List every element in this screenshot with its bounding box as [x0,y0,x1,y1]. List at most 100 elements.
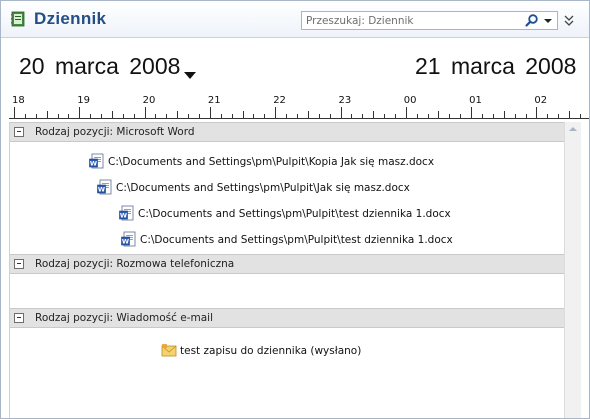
ruler-tick [406,107,407,118]
ruler-tick [166,114,167,118]
hour-label: 18 [12,95,25,106]
ruler-tick [155,114,156,118]
ruler-tick [243,111,244,118]
magnifier-icon[interactable] [524,13,540,28]
vertical-scrollbar[interactable] [564,122,581,418]
ruler-tick [308,111,309,118]
date-dropdown-icon[interactable] [184,72,196,79]
ruler-tick [79,107,80,118]
hour-label: 23 [338,95,352,106]
group-label: Rodzaj pozycji: Rozmowa telefoniczna [35,258,235,270]
ruler-tick [438,111,439,118]
ruler-tick [297,114,298,118]
ruler-tick [264,114,265,118]
ruler-tick [384,114,385,118]
ruler-tick [275,107,276,118]
journal-window: Dziennik 20 marca 2008 21 marca 2008 181… [0,0,590,419]
journal-list: Rodzaj pozycji: Microsoft Word W C:\Docume… [9,122,564,418]
collapse-toggle-icon[interactable] [14,259,24,269]
hour-label: 22 [273,95,286,106]
ruler-tick [221,114,222,118]
scroll-up-icon[interactable] [565,122,581,136]
hour-label: 01 [469,95,482,106]
ruler-tick [330,114,331,118]
double-chevron-down-icon[interactable] [562,12,576,28]
ruler-tick [253,114,254,118]
journal-icon [11,11,25,27]
entry-label: C:\Documents and Settings\pm\Pulpit\Jak … [116,182,410,194]
word-document-icon: W [121,231,137,247]
ruler-tick [232,114,233,118]
ruler-tick [504,111,505,118]
ruler-tick [36,114,37,118]
hour-label: 00 [403,95,417,106]
ruler-tick [177,111,178,118]
entry-label: test zapisu do dziennika (wysłano) [180,345,362,357]
ruler-tick [14,107,15,118]
svg-text:W: W [98,186,105,194]
svg-text:W: W [90,160,97,168]
ruler-tick [515,114,516,118]
ruler-tick [319,114,320,118]
ruler-tick [188,114,189,118]
ruler-baseline [9,118,589,119]
ruler-tick [199,114,200,118]
ruler-tick [449,114,450,118]
ruler-tick [580,114,581,118]
ruler-tick [47,111,48,118]
entry-label: C:\Documents and Settings\pm\Pulpit\test… [140,234,453,246]
group-header[interactable]: Rodzaj pozycji: Microsoft Word [10,122,564,142]
ruler-tick [417,114,418,118]
header-bar: Dziennik [1,1,589,38]
date-right[interactable]: 21 marca 2008 [415,53,576,80]
search-input[interactable] [302,12,512,29]
ruler-tick [569,111,570,118]
group-header[interactable]: Rodzaj pozycji: Rozmowa telefoniczna [10,254,564,274]
group-label: Rodzaj pozycji: Wiadomość e-mail [35,312,213,324]
entry-label: C:\Documents and Settings\pm\Pulpit\test… [138,208,451,220]
hour-label: 21 [207,95,221,106]
ruler-tick [286,114,287,118]
hour-label: 20 [142,95,156,106]
ruler-tick [373,111,374,118]
ruler-tick [101,114,102,118]
ruler-tick [428,114,429,118]
group-header[interactable]: Rodzaj pozycji: Wiadomość e-mail [10,308,564,328]
word-document-icon: W [89,153,105,169]
entry-label: C:\Documents and Settings\pm\Pulpit\Kopi… [108,156,435,168]
search-box[interactable] [301,11,558,30]
ruler-tick [210,107,211,118]
envelope-icon [161,342,177,358]
ruler-tick [558,114,559,118]
ruler-tick [58,114,59,118]
ruler-tick [536,107,537,118]
svg-text:W: W [120,212,127,220]
word-document-icon: W [119,205,135,221]
time-ruler: 18 19 20 21 22 23 00 01 02 [1,92,589,122]
ruler-tick [482,114,483,118]
hour-label: 02 [534,95,548,106]
chevron-down-icon[interactable] [541,13,555,28]
app-title: Dziennik [34,9,107,28]
ruler-tick [471,107,472,118]
ruler-tick [145,107,146,118]
group-label: Rodzaj pozycji: Microsoft Word [35,126,195,138]
ruler-tick [460,114,461,118]
date-left[interactable]: 20 marca 2008 [19,53,180,80]
collapse-toggle-icon[interactable] [14,127,24,137]
ruler-tick [341,107,342,118]
ruler-tick [362,114,363,118]
ruler-tick [68,114,69,118]
word-document-icon: W [97,179,113,195]
ruler-tick [493,114,494,118]
collapse-toggle-icon[interactable] [14,313,24,323]
ruler-tick [395,114,396,118]
ruler-tick [134,114,135,118]
ruler-tick [351,114,352,118]
ruler-tick [526,114,527,118]
ruler-tick [112,111,113,118]
ruler-tick [25,114,26,118]
ruler-tick [123,114,124,118]
ruler-tick [547,114,548,118]
svg-text:W: W [122,238,129,246]
